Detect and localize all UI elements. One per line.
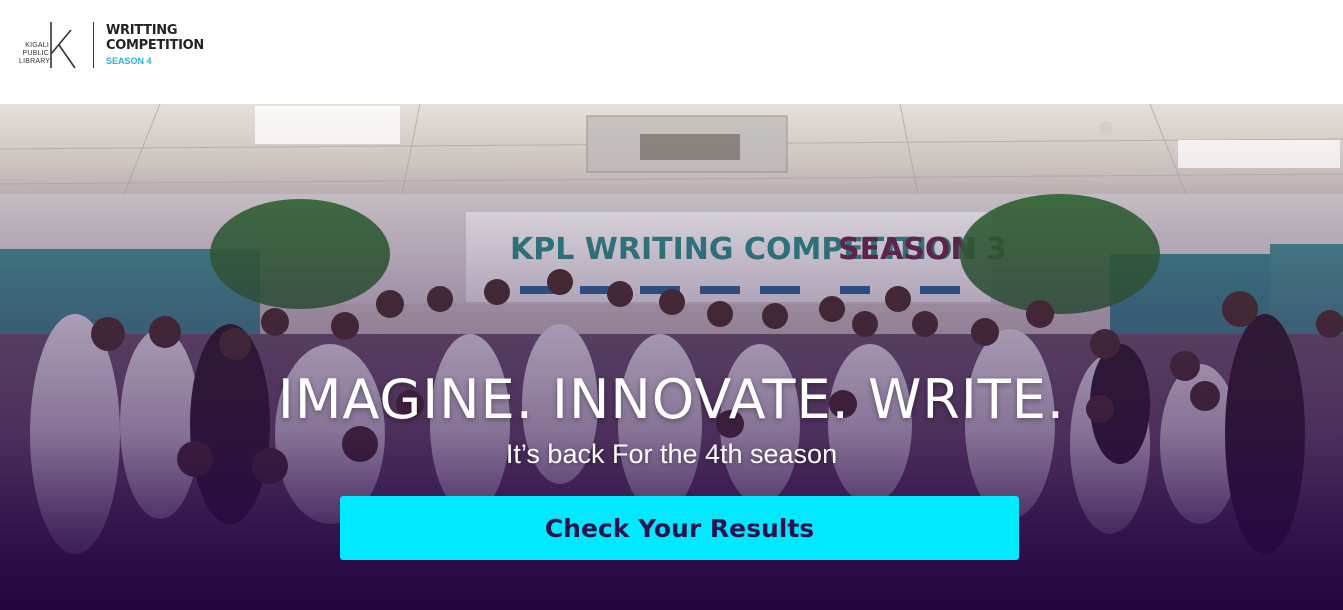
kpl-logo-mark: KIGALI PUBLIC LIBRARY — [19, 20, 79, 70]
hero-section: KPL WRITING COMPETITION SEASON 3 — [0, 104, 1343, 610]
kpl-logo-org-text: KIGALI PUBLIC LIBRARY — [19, 42, 51, 66]
site-logo[interactable]: KIGALI PUBLIC LIBRARY WRITTING COMPETITI… — [19, 20, 204, 70]
hero-subline: It’s back For the 4th season — [505, 439, 838, 469]
kpl-logo-word-2: PUBLIC — [22, 50, 49, 57]
logo-season: SEASON 4 — [106, 56, 152, 66]
hero-headline: IMAGINE. INNOVATE. WRITE. — [277, 368, 1066, 432]
logo-title-block: WRITTING COMPETITION SEASON 4 — [106, 23, 204, 67]
check-results-button[interactable]: Check Your Results — [340, 496, 1019, 560]
kpl-k-icon — [50, 22, 76, 69]
logo-title-line-2: COMPETITION — [106, 38, 204, 53]
kpl-logo-word-3: LIBRARY — [19, 58, 51, 65]
site-header: KIGALI PUBLIC LIBRARY WRITTING COMPETITI… — [0, 0, 1343, 104]
logo-divider — [93, 22, 94, 68]
logo-title-line-1: WRITTING — [106, 23, 178, 38]
kpl-logo-word-1: KIGALI — [25, 42, 49, 49]
